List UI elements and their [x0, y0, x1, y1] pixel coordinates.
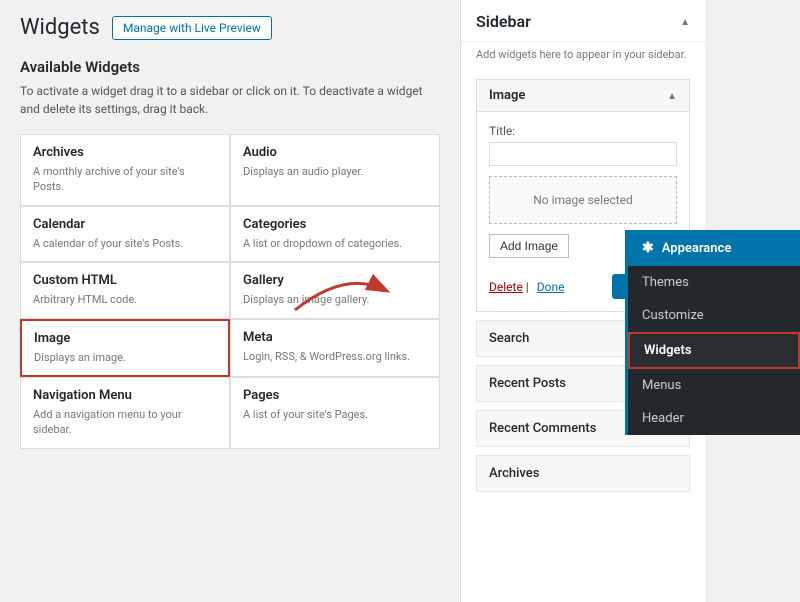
appearance-menu: ✱ Appearance ThemesCustomizeWidgetsMenus… [625, 230, 800, 435]
widget-item-name: Calendar [33, 217, 217, 232]
widget-item[interactable]: Custom HTML Arbitrary HTML code. [20, 262, 230, 318]
widget-item-desc: Arbitrary HTML code. [33, 292, 217, 307]
widget-item-desc: Displays an audio player. [243, 164, 427, 179]
widget-item-name: Pages [243, 388, 427, 403]
no-image-box: No image selected [489, 176, 677, 224]
available-widgets-description: To activate a widget drag it to a sideba… [20, 82, 440, 118]
widget-item-desc: Add a navigation menu to your sidebar. [33, 407, 217, 438]
widget-item-desc: Displays an image gallery. [243, 292, 427, 307]
appearance-menu-item[interactable]: Widgets [628, 332, 800, 369]
widget-item-name: Navigation Menu [33, 388, 217, 403]
widget-item-desc: Login, RSS, & WordPress.org links. [243, 349, 427, 364]
sidebar-widget-item-title: Archives [489, 466, 677, 481]
widget-item-desc: A calendar of your site's Posts. [33, 236, 217, 251]
image-widget-header[interactable]: Image [477, 80, 689, 112]
widget-item-name: Image [34, 331, 216, 346]
sidebar-panel-description: Add widgets here to appear in your sideb… [461, 42, 705, 71]
title-label: Title: [489, 124, 677, 138]
widget-footer-links: Delete | Done [489, 280, 564, 294]
widget-item-name: Audio [243, 145, 427, 160]
widget-item-name: Custom HTML [33, 273, 217, 288]
widget-item-name: Meta [243, 330, 427, 345]
widget-item[interactable]: Image Displays an image. [20, 319, 230, 377]
available-widgets-title: Available Widgets [20, 58, 440, 76]
sidebar-collapse-icon[interactable] [680, 14, 690, 29]
widget-item[interactable]: Meta Login, RSS, & WordPress.org links. [230, 319, 440, 377]
widget-item-desc: A monthly archive of your site's Posts. [33, 164, 217, 195]
widget-item-name: Categories [243, 217, 427, 232]
live-preview-button[interactable]: Manage with Live Preview [112, 16, 272, 40]
sidebar-panel-header: Sidebar [461, 0, 705, 42]
widget-item[interactable]: Archives A monthly archive of your site'… [20, 134, 230, 206]
appearance-menu-items: ThemesCustomizeWidgetsMenusHeader [628, 266, 800, 435]
image-widget-collapse-icon[interactable] [667, 88, 677, 103]
widget-item[interactable]: Calendar A calendar of your site's Posts… [20, 206, 230, 262]
widget-item[interactable]: Pages A list of your site's Pages. [230, 377, 440, 449]
title-input[interactable] [489, 142, 677, 166]
appearance-menu-item[interactable]: Customize [628, 299, 800, 332]
widget-item-name: Gallery [243, 273, 427, 288]
widget-item[interactable]: Navigation Menu Add a navigation menu to… [20, 377, 230, 449]
widget-item[interactable]: Categories A list or dropdown of categor… [230, 206, 440, 262]
widget-item-desc: A list or dropdown of categories. [243, 236, 427, 251]
image-widget-title: Image [489, 88, 525, 103]
widget-item[interactable]: Gallery Displays an image gallery. [230, 262, 440, 318]
widget-delete-link[interactable]: Delete [489, 280, 523, 294]
page-wrapper: Widgets Manage with Live Preview Availab… [0, 0, 800, 602]
appearance-menu-item[interactable]: Themes [628, 266, 800, 299]
separator: | [526, 280, 529, 294]
page-title: Widgets [20, 15, 100, 40]
sidebar-panel-title: Sidebar [476, 12, 531, 31]
main-content: Widgets Manage with Live Preview Availab… [0, 0, 460, 602]
appearance-menu-item[interactable]: Header [628, 402, 800, 435]
widget-grid: Archives A monthly archive of your site'… [20, 134, 440, 449]
sidebar-widget-item[interactable]: Archives [476, 455, 690, 492]
widget-item-name: Archives [33, 145, 217, 160]
appearance-icon: ✱ [642, 240, 654, 256]
page-header: Widgets Manage with Live Preview [20, 15, 440, 40]
widget-item-desc: A list of your site's Pages. [243, 407, 427, 422]
appearance-menu-title: Appearance [662, 241, 732, 256]
add-image-button[interactable]: Add Image [489, 234, 569, 258]
widget-item-desc: Displays an image. [34, 350, 216, 365]
widget-done-link[interactable]: Done [537, 280, 565, 294]
widget-item[interactable]: Audio Displays an audio player. [230, 134, 440, 206]
appearance-menu-header: ✱ Appearance [628, 230, 800, 266]
appearance-menu-item[interactable]: Menus [628, 369, 800, 402]
